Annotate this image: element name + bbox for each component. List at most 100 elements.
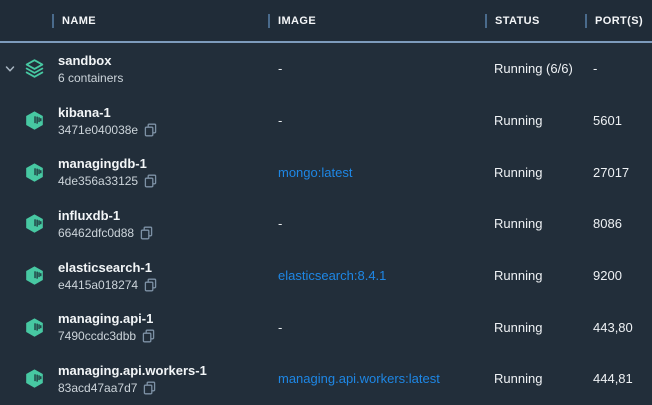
image-name[interactable]: - bbox=[278, 216, 282, 231]
status-text: Running (6/6) bbox=[494, 61, 573, 76]
container-name: sandbox bbox=[58, 53, 111, 68]
status-cell: Running bbox=[485, 113, 585, 128]
copy-icon[interactable] bbox=[144, 278, 157, 292]
image-name[interactable]: - bbox=[278, 113, 282, 128]
ports-text: 27017 bbox=[593, 165, 629, 180]
ports-cell: 8086 bbox=[585, 216, 652, 231]
copy-icon[interactable] bbox=[143, 381, 156, 395]
column-header-status-label: STATUS bbox=[495, 15, 540, 27]
image-name[interactable]: managing.api.workers:latest bbox=[278, 371, 440, 386]
table-row[interactable]: sandbox 6 containers - Running (6/6) - bbox=[0, 43, 652, 95]
column-separator bbox=[585, 14, 587, 28]
name-block: managing.api-1 7490ccdc3dbb bbox=[58, 310, 155, 344]
container-id: e4415a018274 bbox=[58, 277, 138, 293]
container-name: managing.api-1 bbox=[58, 311, 153, 326]
status-cell: Running bbox=[485, 216, 585, 231]
status-cell: Running (6/6) bbox=[485, 61, 585, 76]
name-block: managingdb-1 4de356a33125 bbox=[58, 155, 157, 189]
container-id: 4de356a33125 bbox=[58, 173, 138, 189]
table-row[interactable]: managing.api.workers-1 83acd47aa7d7 mana… bbox=[0, 353, 652, 405]
image-name[interactable]: mongo:latest bbox=[278, 165, 352, 180]
container-icon bbox=[24, 213, 45, 234]
column-header-ports-label: PORT(S) bbox=[595, 15, 643, 27]
image-name[interactable]: - bbox=[278, 61, 282, 76]
container-id: 66462dfc0d88 bbox=[58, 225, 134, 241]
container-id: 3471e040038e bbox=[58, 122, 138, 138]
name-cell: managing.api.workers-1 83acd47aa7d7 bbox=[0, 362, 268, 396]
ports-text: - bbox=[593, 61, 597, 76]
ports-cell: - bbox=[585, 61, 652, 76]
column-header-name-label: NAME bbox=[62, 15, 96, 27]
status-cell: Running bbox=[485, 268, 585, 283]
container-icon bbox=[24, 368, 45, 389]
status-cell: Running bbox=[485, 320, 585, 335]
ports-cell: 27017 bbox=[585, 165, 652, 180]
image-cell: managing.api.workers:latest bbox=[268, 371, 485, 386]
column-separator bbox=[52, 14, 54, 28]
name-cell: elasticsearch-1 e4415a018274 bbox=[0, 259, 268, 293]
name-block: managing.api.workers-1 83acd47aa7d7 bbox=[58, 362, 207, 396]
copy-icon[interactable] bbox=[140, 226, 153, 240]
container-name: influxdb-1 bbox=[58, 208, 120, 223]
status-cell: Running bbox=[485, 371, 585, 386]
column-header-image-label: IMAGE bbox=[278, 15, 316, 27]
status-text: Running bbox=[494, 216, 542, 231]
container-name: kibana-1 bbox=[58, 105, 111, 120]
ports-text: 8086 bbox=[593, 216, 622, 231]
name-block: elasticsearch-1 e4415a018274 bbox=[58, 259, 157, 293]
image-name[interactable]: - bbox=[278, 320, 282, 335]
containers-table: NAME IMAGE STATUS PORT(S) bbox=[0, 0, 652, 405]
table-header: NAME IMAGE STATUS PORT(S) bbox=[0, 0, 652, 43]
table-row[interactable]: managingdb-1 4de356a33125 mongo:latest R… bbox=[0, 146, 652, 198]
container-icon bbox=[24, 110, 45, 131]
copy-icon[interactable] bbox=[142, 329, 155, 343]
name-cell: managing.api-1 7490ccdc3dbb bbox=[0, 310, 268, 344]
table-row[interactable]: elasticsearch-1 e4415a018274 elasticsear… bbox=[0, 250, 652, 302]
image-cell: - bbox=[268, 320, 485, 335]
table-row[interactable]: kibana-1 3471e040038e - Running 5601 bbox=[0, 95, 652, 147]
image-cell: - bbox=[268, 113, 485, 128]
ports-text: 9200 bbox=[593, 268, 622, 283]
status-text: Running bbox=[494, 268, 542, 283]
status-text: Running bbox=[494, 320, 542, 335]
name-block: sandbox 6 containers bbox=[58, 52, 123, 86]
table-row[interactable]: managing.api-1 7490ccdc3dbb - Running 4 bbox=[0, 301, 652, 353]
name-block: influxdb-1 66462dfc0d88 bbox=[58, 207, 153, 241]
ports-text: 5601 bbox=[593, 113, 622, 128]
column-separator bbox=[268, 14, 270, 28]
ports-text: 443,80 bbox=[593, 320, 633, 335]
table-body: sandbox 6 containers - Running (6/6) - bbox=[0, 43, 652, 405]
status-text: Running bbox=[494, 371, 542, 386]
container-icon bbox=[24, 265, 45, 286]
status-text: Running bbox=[494, 165, 542, 180]
container-id: 7490ccdc3dbb bbox=[58, 328, 136, 344]
column-header-ports: PORT(S) bbox=[585, 14, 652, 28]
container-icon bbox=[24, 317, 45, 338]
copy-icon[interactable] bbox=[144, 174, 157, 188]
image-cell: elasticsearch:8.4.1 bbox=[268, 268, 485, 283]
image-cell: mongo:latest bbox=[268, 165, 485, 180]
column-header-name: NAME bbox=[0, 14, 268, 28]
ports-text: 444,81 bbox=[593, 371, 633, 386]
name-cell: influxdb-1 66462dfc0d88 bbox=[0, 207, 268, 241]
stack-icon bbox=[24, 58, 45, 79]
container-id: 6 containers bbox=[58, 70, 123, 86]
expand-chevron-icon[interactable] bbox=[4, 63, 24, 75]
container-name: managing.api.workers-1 bbox=[58, 363, 207, 378]
status-cell: Running bbox=[485, 165, 585, 180]
image-name[interactable]: elasticsearch:8.4.1 bbox=[278, 268, 386, 283]
container-icon bbox=[24, 162, 45, 183]
ports-cell: 443,80 bbox=[585, 320, 652, 335]
ports-cell: 9200 bbox=[585, 268, 652, 283]
image-cell: - bbox=[268, 216, 485, 231]
ports-cell: 5601 bbox=[585, 113, 652, 128]
container-name: managingdb-1 bbox=[58, 156, 147, 171]
column-header-image: IMAGE bbox=[268, 14, 485, 28]
copy-icon[interactable] bbox=[144, 123, 157, 137]
ports-cell: 444,81 bbox=[585, 371, 652, 386]
table-row[interactable]: influxdb-1 66462dfc0d88 - Running 8086 bbox=[0, 198, 652, 250]
name-cell: sandbox 6 containers bbox=[0, 52, 268, 86]
column-header-status: STATUS bbox=[485, 14, 585, 28]
name-cell: kibana-1 3471e040038e bbox=[0, 104, 268, 138]
column-separator bbox=[485, 14, 487, 28]
